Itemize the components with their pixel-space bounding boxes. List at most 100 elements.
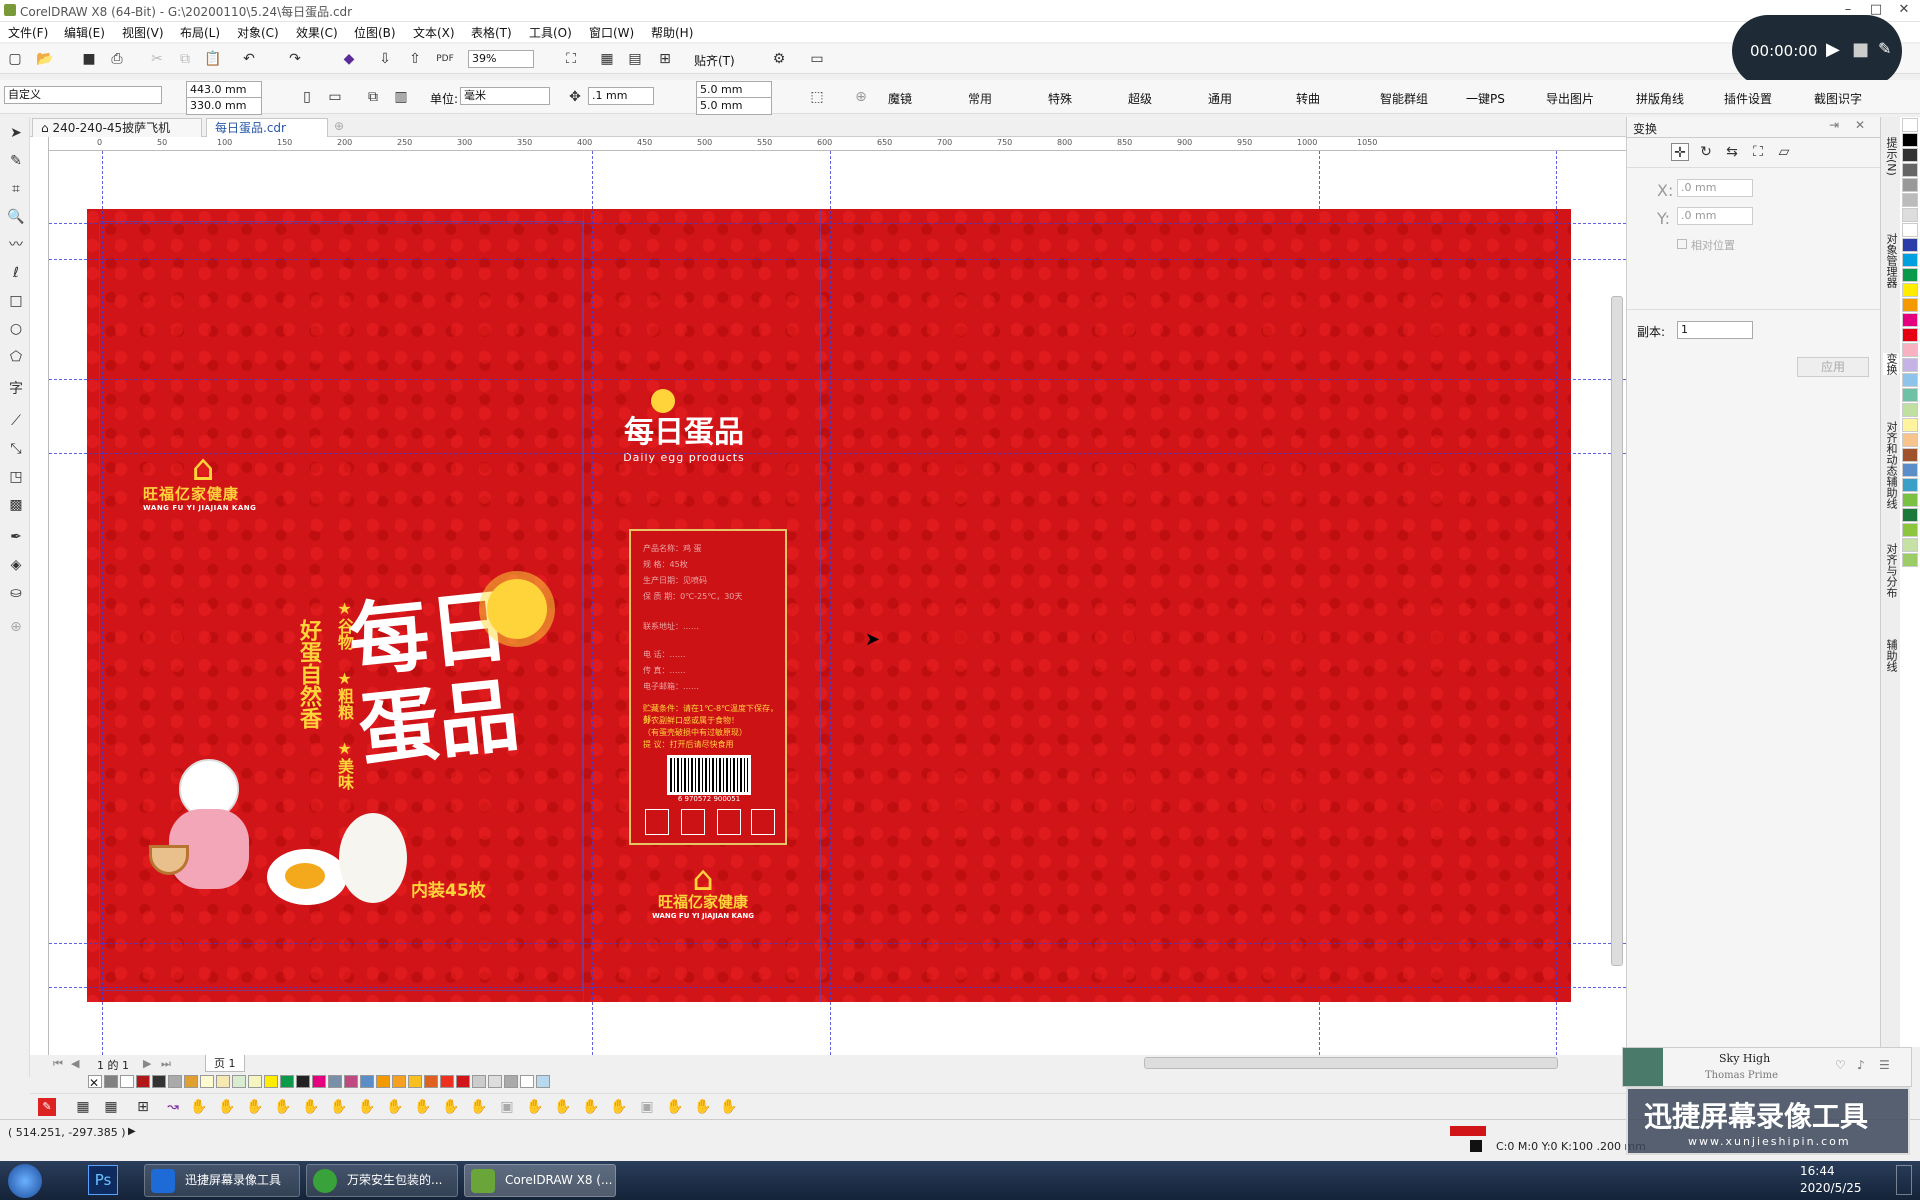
add-tab-icon[interactable]: ⊕ [334,119,344,133]
plugin-one-click-ps[interactable]: 一键PS [1466,90,1505,107]
plugin-icon[interactable]: ✋ [610,1098,628,1116]
skew-icon[interactable]: ▱ [1775,143,1793,161]
swatch[interactable] [216,1075,230,1088]
swatch[interactable] [232,1075,246,1088]
plugin-icon[interactable]: ▣ [638,1098,656,1116]
plugin-settings[interactable]: 插件设置 [1724,90,1772,107]
print-icon[interactable]: ⎙ [108,50,126,68]
y-position-field[interactable]: .0 mm [1677,207,1753,225]
swatch[interactable] [376,1075,390,1088]
text-tool-icon[interactable]: 字 [6,379,26,399]
polygon-tool-icon[interactable]: ⬠ [6,347,26,367]
docker-tab-align-distribute[interactable]: 对齐与分布 [1883,543,1899,598]
export-icon[interactable]: ⇧ [406,50,424,68]
swatch[interactable] [536,1075,550,1088]
swatch[interactable] [1902,553,1918,567]
current-page-icon[interactable]: ▥ [392,88,410,106]
page-tab[interactable]: 页 1 [205,1055,245,1072]
plugin-imposition-marks[interactable]: 拼版角线 [1636,90,1684,107]
swatch-none[interactable] [1902,118,1918,132]
menu-window[interactable]: 窗口(W) [589,24,634,41]
unit-select[interactable]: 毫米 [460,87,550,105]
prev-page-icon[interactable]: ◀ [71,1057,79,1070]
transparency-tool-icon[interactable]: ▩ [6,495,26,515]
table-plugin-icon[interactable]: ⊞ [134,1098,152,1116]
swatch[interactable] [360,1075,374,1088]
add-tool-icon[interactable]: ⊕ [6,617,26,637]
drawing-canvas[interactable]: ⌂ 旺福亿家健康 WANG FU YI JIAJIAN KANG 好蛋自然香 ★… [49,151,1626,1055]
swatch[interactable] [520,1075,534,1088]
swatch[interactable] [344,1075,358,1088]
snap-to-dropdown[interactable]: 贴齐(T) [694,52,735,69]
guideline[interactable] [49,259,1626,260]
swatch[interactable] [264,1075,278,1088]
swatch[interactable] [488,1075,502,1088]
open-icon[interactable]: 📂 [36,50,54,68]
guideline[interactable] [49,379,1626,380]
swatch[interactable] [248,1075,262,1088]
docker-tab-transform[interactable]: 变换 [1883,353,1899,375]
swatch[interactable] [168,1075,182,1088]
swatch[interactable] [1902,133,1918,147]
relative-position-checkbox[interactable] [1677,239,1687,249]
plugin-icon[interactable]: ✋ [274,1098,292,1116]
swatch[interactable] [1902,538,1918,552]
search-content-icon[interactable]: ◆ [340,50,358,68]
swatch[interactable] [1902,208,1918,222]
docker-tab-hints[interactable]: 提示(N) [1883,137,1899,176]
plugin-icon[interactable]: ✋ [442,1098,460,1116]
swatch-none[interactable]: ✕ [88,1075,102,1090]
vertical-scrollbar[interactable] [1611,296,1623,966]
dimension-tool-icon[interactable]: ⟋ [6,411,26,431]
copy-icon[interactable]: ⧉ [176,50,194,68]
publish-pdf-icon[interactable]: PDF [436,50,454,68]
zoom-level-field[interactable]: 39% [468,50,534,68]
swatch[interactable] [312,1075,326,1088]
clock-date[interactable]: 2020/5/25 [1800,1181,1862,1195]
plugin-icon[interactable]: ✋ [720,1098,738,1116]
menu-help[interactable]: 帮助(H) [651,24,693,41]
menu-object[interactable]: 对象(C) [237,24,279,41]
fill-swatch[interactable] [1450,1126,1486,1136]
plugin-general[interactable]: 通用 [1208,90,1232,107]
docker-tab-guidelines[interactable]: 辅助线 [1883,639,1899,672]
plugin-smart-group[interactable]: 智能群组 [1380,90,1428,107]
volume-icon[interactable]: ♪ [1857,1058,1865,1072]
shape-tool-icon[interactable]: ✎ [6,151,26,171]
plugin-screenshot-ocr[interactable]: 截图识字 [1814,90,1862,107]
plugin-icon[interactable]: ✋ [470,1098,488,1116]
plugin-super[interactable]: 超级 [1128,90,1152,107]
app-launcher-icon[interactable]: ▭ [808,50,826,68]
menu-view[interactable]: 视图(V) [122,24,164,41]
swatch[interactable] [1902,238,1918,252]
all-pages-icon[interactable]: ⧉ [364,88,382,106]
horizontal-scrollbar[interactable] [1144,1057,1558,1069]
docker-pin-icon[interactable]: ⇥ [1829,118,1839,132]
connector-tool-icon[interactable]: ⤡ [6,439,26,459]
plugin-icon[interactable]: ✋ [526,1098,544,1116]
new-document-icon[interactable]: ▢ [6,50,24,68]
menu-table[interactable]: 表格(T) [471,24,512,41]
outline-swatch[interactable] [1470,1140,1482,1152]
add-page-icon[interactable]: ⊕ [852,88,870,106]
grid-plugin-icon[interactable]: ▦ [102,1098,120,1116]
plugin-icon[interactable]: ✋ [246,1098,264,1116]
swatch[interactable] [1902,418,1918,432]
guideline[interactable] [49,943,1626,944]
interactive-fill-icon[interactable]: ◈ [6,555,26,575]
close-button[interactable]: ✕ [1890,0,1918,22]
duplicate-y-field[interactable]: 5.0 mm [696,97,772,115]
swatch[interactable] [200,1075,214,1088]
guideline[interactable] [102,151,103,1055]
swatch[interactable] [152,1075,166,1088]
landscape-icon[interactable]: ▭ [326,88,344,106]
plugin-icon[interactable]: ✋ [386,1098,404,1116]
swatch[interactable] [1902,193,1918,207]
swatch[interactable] [1902,223,1918,237]
swatch[interactable] [296,1075,310,1088]
swatch[interactable] [1902,403,1918,417]
size-icon[interactable]: ⛶ [1749,143,1767,161]
swatch[interactable] [1902,178,1918,192]
copies-field[interactable]: 1 [1677,321,1753,339]
swatch[interactable] [184,1075,198,1088]
